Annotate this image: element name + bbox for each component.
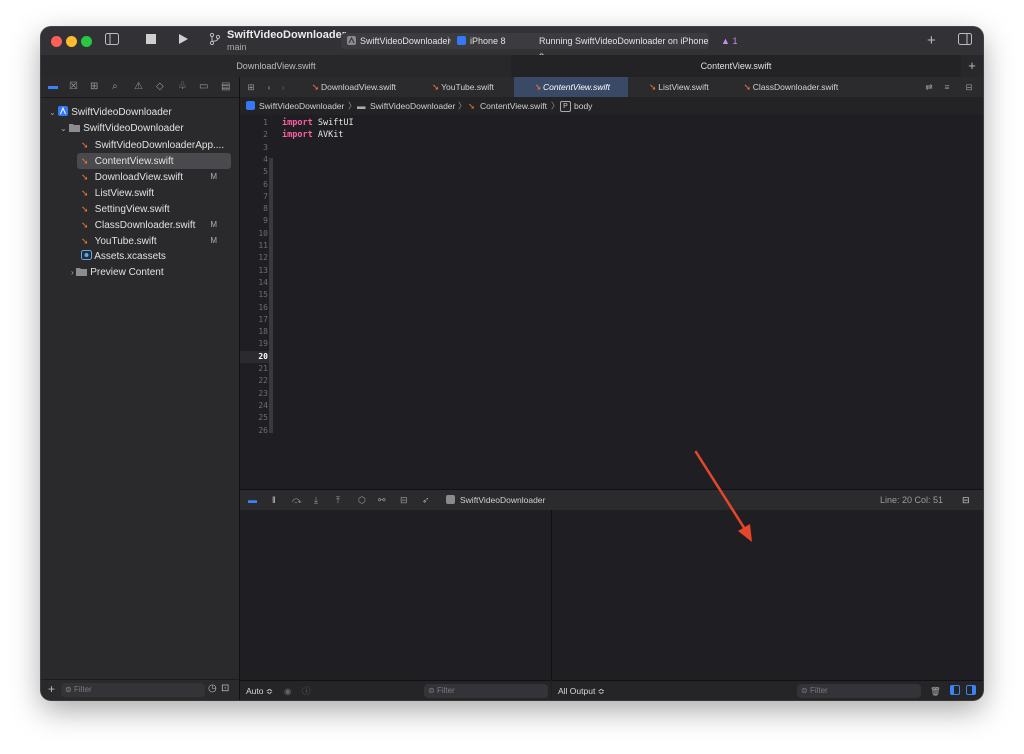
annotation-arrow [694,450,752,542]
